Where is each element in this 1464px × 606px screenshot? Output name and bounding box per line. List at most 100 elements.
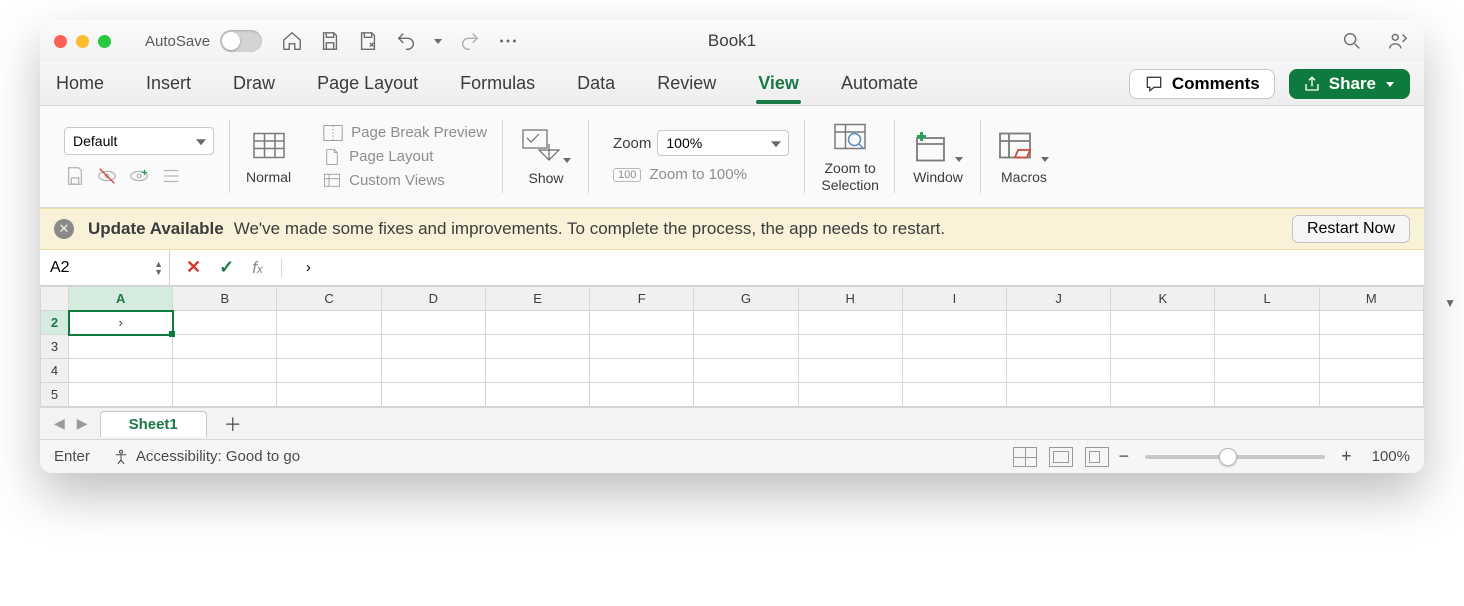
maximize-window-button[interactable] (98, 35, 111, 48)
cell[interactable] (173, 311, 277, 335)
close-window-button[interactable] (54, 35, 67, 48)
column-header[interactable]: F (590, 287, 694, 311)
formula-input[interactable] (306, 259, 1416, 276)
cell[interactable] (381, 311, 485, 335)
group-window[interactable]: Window (901, 106, 975, 207)
add-sheet-button[interactable]: ＋ (221, 412, 245, 436)
page-break-view-button[interactable] (1085, 447, 1109, 467)
column-header[interactable]: A (69, 287, 173, 311)
confirm-entry-button[interactable]: ✓ (219, 257, 234, 278)
cell[interactable] (694, 311, 798, 335)
cell[interactable] (1215, 311, 1319, 335)
sheet-view-dropdown[interactable] (64, 127, 214, 155)
tab-view[interactable]: View (756, 69, 801, 98)
search-icon[interactable] (1340, 29, 1364, 53)
undo-dropdown-icon[interactable] (432, 29, 444, 53)
zoom-in-button[interactable]: + (1337, 446, 1356, 467)
cell[interactable] (902, 359, 1006, 383)
group-normal[interactable]: Normal (236, 106, 301, 207)
zoom-to-100-button[interactable]: 100 Zoom to 100% (613, 166, 747, 183)
group-macros[interactable]: Macros (987, 106, 1061, 207)
restart-now-button[interactable]: Restart Now (1292, 215, 1410, 243)
cell[interactable] (1007, 335, 1111, 359)
cell[interactable] (173, 335, 277, 359)
cell[interactable] (485, 383, 589, 407)
column-header[interactable]: D (381, 287, 485, 311)
column-header[interactable]: H (798, 287, 902, 311)
cell[interactable] (69, 335, 173, 359)
column-header[interactable]: K (1111, 287, 1215, 311)
new-view-icon[interactable] (128, 165, 150, 187)
insert-function-button[interactable]: fx (252, 258, 263, 278)
cell[interactable] (694, 359, 798, 383)
cell[interactable] (798, 359, 902, 383)
zoom-out-button[interactable]: − (1115, 446, 1134, 467)
cell[interactable] (590, 359, 694, 383)
cell[interactable] (1007, 311, 1111, 335)
tab-insert[interactable]: Insert (144, 69, 193, 98)
sheet-nav-prev[interactable]: ◀ (48, 411, 71, 436)
minimize-window-button[interactable] (76, 35, 89, 48)
cell[interactable] (381, 335, 485, 359)
accessibility-status[interactable]: Accessibility: Good to go (112, 448, 300, 466)
select-all-corner[interactable] (41, 287, 69, 311)
more-commands-icon[interactable] (496, 29, 520, 53)
cell[interactable] (277, 311, 381, 335)
sheet-tab-sheet1[interactable]: Sheet1 (100, 411, 207, 437)
cell[interactable] (173, 359, 277, 383)
tab-data[interactable]: Data (575, 69, 617, 98)
cell[interactable] (590, 335, 694, 359)
cell[interactable] (381, 359, 485, 383)
cell[interactable] (1319, 335, 1423, 359)
keep-icon[interactable] (64, 165, 86, 187)
column-header[interactable]: G (694, 287, 798, 311)
tab-formulas[interactable]: Formulas (458, 69, 537, 98)
column-header[interactable]: B (173, 287, 277, 311)
cell[interactable] (902, 311, 1006, 335)
cell[interactable] (1111, 311, 1215, 335)
cell[interactable] (1215, 335, 1319, 359)
cell[interactable] (277, 335, 381, 359)
cell[interactable] (69, 359, 173, 383)
row-header[interactable]: 4 (41, 359, 69, 383)
cell[interactable] (1111, 335, 1215, 359)
row-header[interactable]: 3 (41, 335, 69, 359)
home-icon[interactable] (280, 29, 304, 53)
page-layout-button[interactable]: Page Layout (323, 148, 487, 166)
page-break-preview-button[interactable]: Page Break Preview (323, 124, 487, 142)
cell[interactable] (277, 359, 381, 383)
message-close-button[interactable]: ✕ (54, 219, 74, 239)
zoom-input[interactable] (657, 130, 789, 156)
cell[interactable] (590, 383, 694, 407)
cell[interactable] (381, 383, 485, 407)
cell[interactable] (798, 383, 902, 407)
save-as-icon[interactable] (356, 29, 380, 53)
column-header[interactable]: C (277, 287, 381, 311)
name-box-stepper[interactable]: ▲▼ (154, 260, 163, 276)
row-header[interactable]: 2 (41, 311, 69, 335)
zoom-slider[interactable] (1145, 455, 1325, 459)
cell[interactable] (1111, 383, 1215, 407)
autosave-toggle[interactable] (220, 30, 262, 52)
cell[interactable] (902, 335, 1006, 359)
cancel-entry-button[interactable]: ✕ (186, 257, 201, 278)
zoom-to-selection-button[interactable]: Zoom to Selection (811, 106, 889, 207)
column-header[interactable]: J (1007, 287, 1111, 311)
cell[interactable] (1111, 359, 1215, 383)
column-header[interactable]: L (1215, 287, 1319, 311)
row-header[interactable]: 5 (41, 383, 69, 407)
cell[interactable] (1319, 311, 1423, 335)
page-layout-view-button[interactable] (1049, 447, 1073, 467)
cell[interactable] (485, 359, 589, 383)
cell[interactable] (694, 335, 798, 359)
cell[interactable] (1319, 383, 1423, 407)
cell[interactable] (694, 383, 798, 407)
zoom-percent[interactable]: 100% (1372, 448, 1410, 465)
spreadsheet-grid[interactable]: A B C D E F G H I J K L M 2 › 3 (40, 286, 1424, 407)
cell-A2[interactable]: › (69, 311, 173, 335)
name-box[interactable] (50, 259, 130, 277)
tab-automate[interactable]: Automate (839, 69, 920, 98)
options-view-icon[interactable] (160, 165, 182, 187)
column-header[interactable]: M (1319, 287, 1423, 311)
cell[interactable] (1007, 359, 1111, 383)
